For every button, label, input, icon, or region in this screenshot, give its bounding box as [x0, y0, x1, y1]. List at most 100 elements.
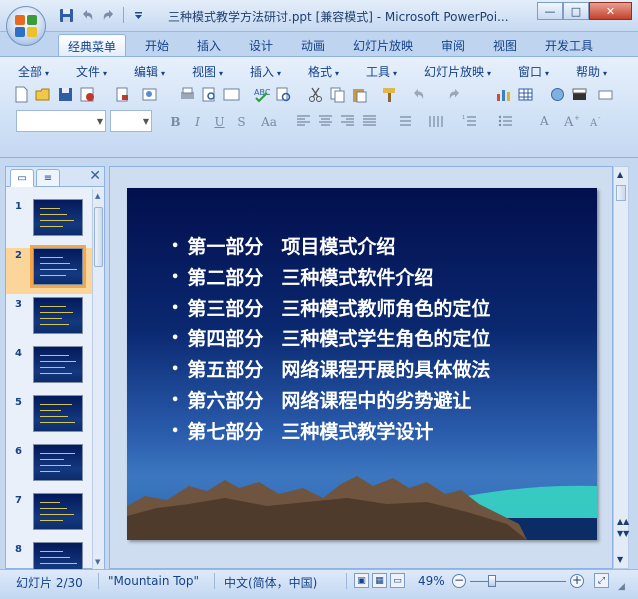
- format-painter-icon[interactable]: [380, 85, 399, 104]
- resize-grip-icon[interactable]: ◢: [618, 582, 625, 592]
- zoom-level[interactable]: 49%: [418, 574, 445, 588]
- tab-slides[interactable]: ▭: [10, 169, 34, 187]
- slide-thumbnail[interactable]: 3: [6, 297, 92, 343]
- menu-file[interactable]: 文件 ▾: [76, 63, 107, 80]
- save-icon[interactable]: [56, 85, 75, 104]
- menu-window[interactable]: 窗口 ▾: [518, 63, 549, 80]
- slide-thumbnail[interactable]: 4: [6, 346, 92, 392]
- bold-button[interactable]: B: [166, 112, 185, 131]
- close-button[interactable]: ✕: [589, 2, 632, 20]
- tab-design[interactable]: 设计: [240, 34, 282, 56]
- copy-icon[interactable]: [328, 85, 347, 104]
- tab-outline[interactable]: ≡: [36, 169, 60, 187]
- tab-animation[interactable]: 动画: [292, 34, 334, 56]
- scroll-thumb[interactable]: [616, 185, 626, 201]
- font-color-icon[interactable]: A: [536, 112, 555, 131]
- tab-insert[interactable]: 插入: [188, 34, 230, 56]
- tab-view[interactable]: 视图: [484, 34, 526, 56]
- next-slide-icon[interactable]: ▼▼: [617, 529, 629, 538]
- tab-developer[interactable]: 开发工具: [536, 34, 602, 56]
- italic-button[interactable]: I: [188, 112, 207, 131]
- underline-button[interactable]: U: [210, 112, 229, 131]
- fit-to-window-icon[interactable]: ⤢: [594, 573, 609, 588]
- redo-icon[interactable]: [100, 7, 117, 24]
- customize-qat-icon[interactable]: [130, 7, 147, 24]
- grow-font-icon[interactable]: A +: [562, 112, 581, 131]
- thumbnail-scrollbar[interactable]: ▲ ▼: [92, 189, 104, 569]
- slide-thumbnail[interactable]: 5: [6, 395, 92, 441]
- slide-thumbnail[interactable]: 1: [6, 199, 92, 245]
- text-direction-icon[interactable]: [396, 112, 415, 131]
- zoom-slider-track[interactable]: [470, 581, 566, 582]
- justify-icon[interactable]: [360, 112, 379, 131]
- attach-icon[interactable]: [140, 85, 159, 104]
- menu-edit[interactable]: 编辑 ▾: [134, 63, 165, 80]
- shrink-font-icon[interactable]: A-: [586, 112, 605, 131]
- align-center-icon[interactable]: [316, 112, 335, 131]
- maximize-button[interactable]: □: [563, 2, 589, 20]
- paste-icon[interactable]: [350, 85, 369, 104]
- more-tools-icon[interactable]: [596, 85, 615, 104]
- tab-classic-menu[interactable]: 经典菜单: [58, 34, 127, 56]
- scroll-down-icon[interactable]: ▼: [95, 558, 100, 566]
- preview-icon[interactable]: [200, 85, 219, 104]
- undo-icon[interactable]: [410, 85, 429, 104]
- numbering-icon[interactable]: 1: [460, 112, 479, 131]
- slide-thumbnail[interactable]: 8: [6, 542, 92, 569]
- new-document-icon[interactable]: [12, 85, 31, 104]
- minimize-button[interactable]: —: [537, 2, 563, 20]
- zoom-slider-thumb[interactable]: [488, 575, 496, 587]
- previous-slide-icon[interactable]: ▲▲: [617, 517, 629, 526]
- zoom-out-button[interactable]: −: [452, 574, 466, 588]
- scroll-up-icon[interactable]: ▲: [95, 192, 100, 200]
- slideshow-view-icon[interactable]: ▭: [390, 573, 405, 588]
- menu-help[interactable]: 帮助 ▾: [576, 63, 607, 80]
- menu-format[interactable]: 格式 ▾: [308, 63, 339, 80]
- research-icon[interactable]: [274, 85, 293, 104]
- font-size-combo[interactable]: ▼: [110, 110, 152, 132]
- slide-thumbnail[interactable]: 6: [6, 444, 92, 490]
- chart-icon[interactable]: [494, 85, 513, 104]
- redo-icon[interactable]: [444, 85, 463, 104]
- scroll-down-icon[interactable]: ▼: [617, 555, 623, 564]
- menu-view[interactable]: 视图 ▾: [192, 63, 223, 80]
- normal-view-icon[interactable]: ▣: [354, 573, 369, 588]
- cut-icon[interactable]: [306, 85, 325, 104]
- columns-icon[interactable]: [426, 112, 445, 131]
- slide-thumbnail[interactable]: 7: [6, 493, 92, 539]
- scroll-thumb[interactable]: [94, 207, 103, 267]
- spelling-icon[interactable]: ABC: [252, 85, 271, 104]
- current-slide[interactable]: • 第一部分 项目模式介绍 • 第二部分 三种模式软件介绍 • 第三部分 三种模式教师角色的定位…: [127, 188, 597, 540]
- align-right-icon[interactable]: [338, 112, 357, 131]
- change-case-button[interactable]: Aa: [256, 112, 282, 131]
- font-name-combo[interactable]: ▼: [16, 110, 106, 132]
- open-folder-icon[interactable]: [34, 85, 53, 104]
- print-icon[interactable]: [178, 85, 197, 104]
- tab-review[interactable]: 审阅: [432, 34, 474, 56]
- table-icon[interactable]: [516, 85, 535, 104]
- menu-slideshow[interactable]: 幻灯片放映 ▾: [424, 63, 491, 80]
- undo-icon[interactable]: [79, 7, 96, 24]
- close-icon[interactable]: ✕: [89, 168, 101, 184]
- permission-icon[interactable]: [78, 85, 97, 104]
- menu-tools[interactable]: 工具 ▾: [366, 63, 397, 80]
- print-preview-dropdown-icon[interactable]: [114, 85, 133, 104]
- shadow-button[interactable]: S: [232, 112, 251, 131]
- menu-all[interactable]: 全部 ▾: [18, 63, 49, 80]
- slide-scrollbar[interactable]: ▲ ▲▲ ▼▼ ▼: [613, 166, 629, 569]
- bullets-icon[interactable]: [496, 112, 515, 131]
- slide-thumbnail[interactable]: 2: [6, 245, 92, 294]
- tab-home[interactable]: 开始: [136, 34, 178, 56]
- color-grayscale-icon[interactable]: [570, 85, 589, 104]
- globe-icon[interactable]: [548, 85, 567, 104]
- align-left-icon[interactable]: [294, 112, 313, 131]
- save-icon[interactable]: [58, 7, 75, 24]
- scroll-up-icon[interactable]: ▲: [617, 170, 623, 179]
- menu-insert[interactable]: 插入 ▾: [250, 63, 281, 80]
- office-button[interactable]: [6, 6, 46, 46]
- zoom-in-button[interactable]: +: [570, 574, 584, 588]
- slide-sorter-icon[interactable]: ▦: [372, 573, 387, 588]
- language-indicator[interactable]: 中文(简体，中国): [224, 574, 317, 591]
- slide-icon[interactable]: [222, 85, 241, 104]
- tab-slideshow[interactable]: 幻灯片放映: [344, 34, 422, 56]
